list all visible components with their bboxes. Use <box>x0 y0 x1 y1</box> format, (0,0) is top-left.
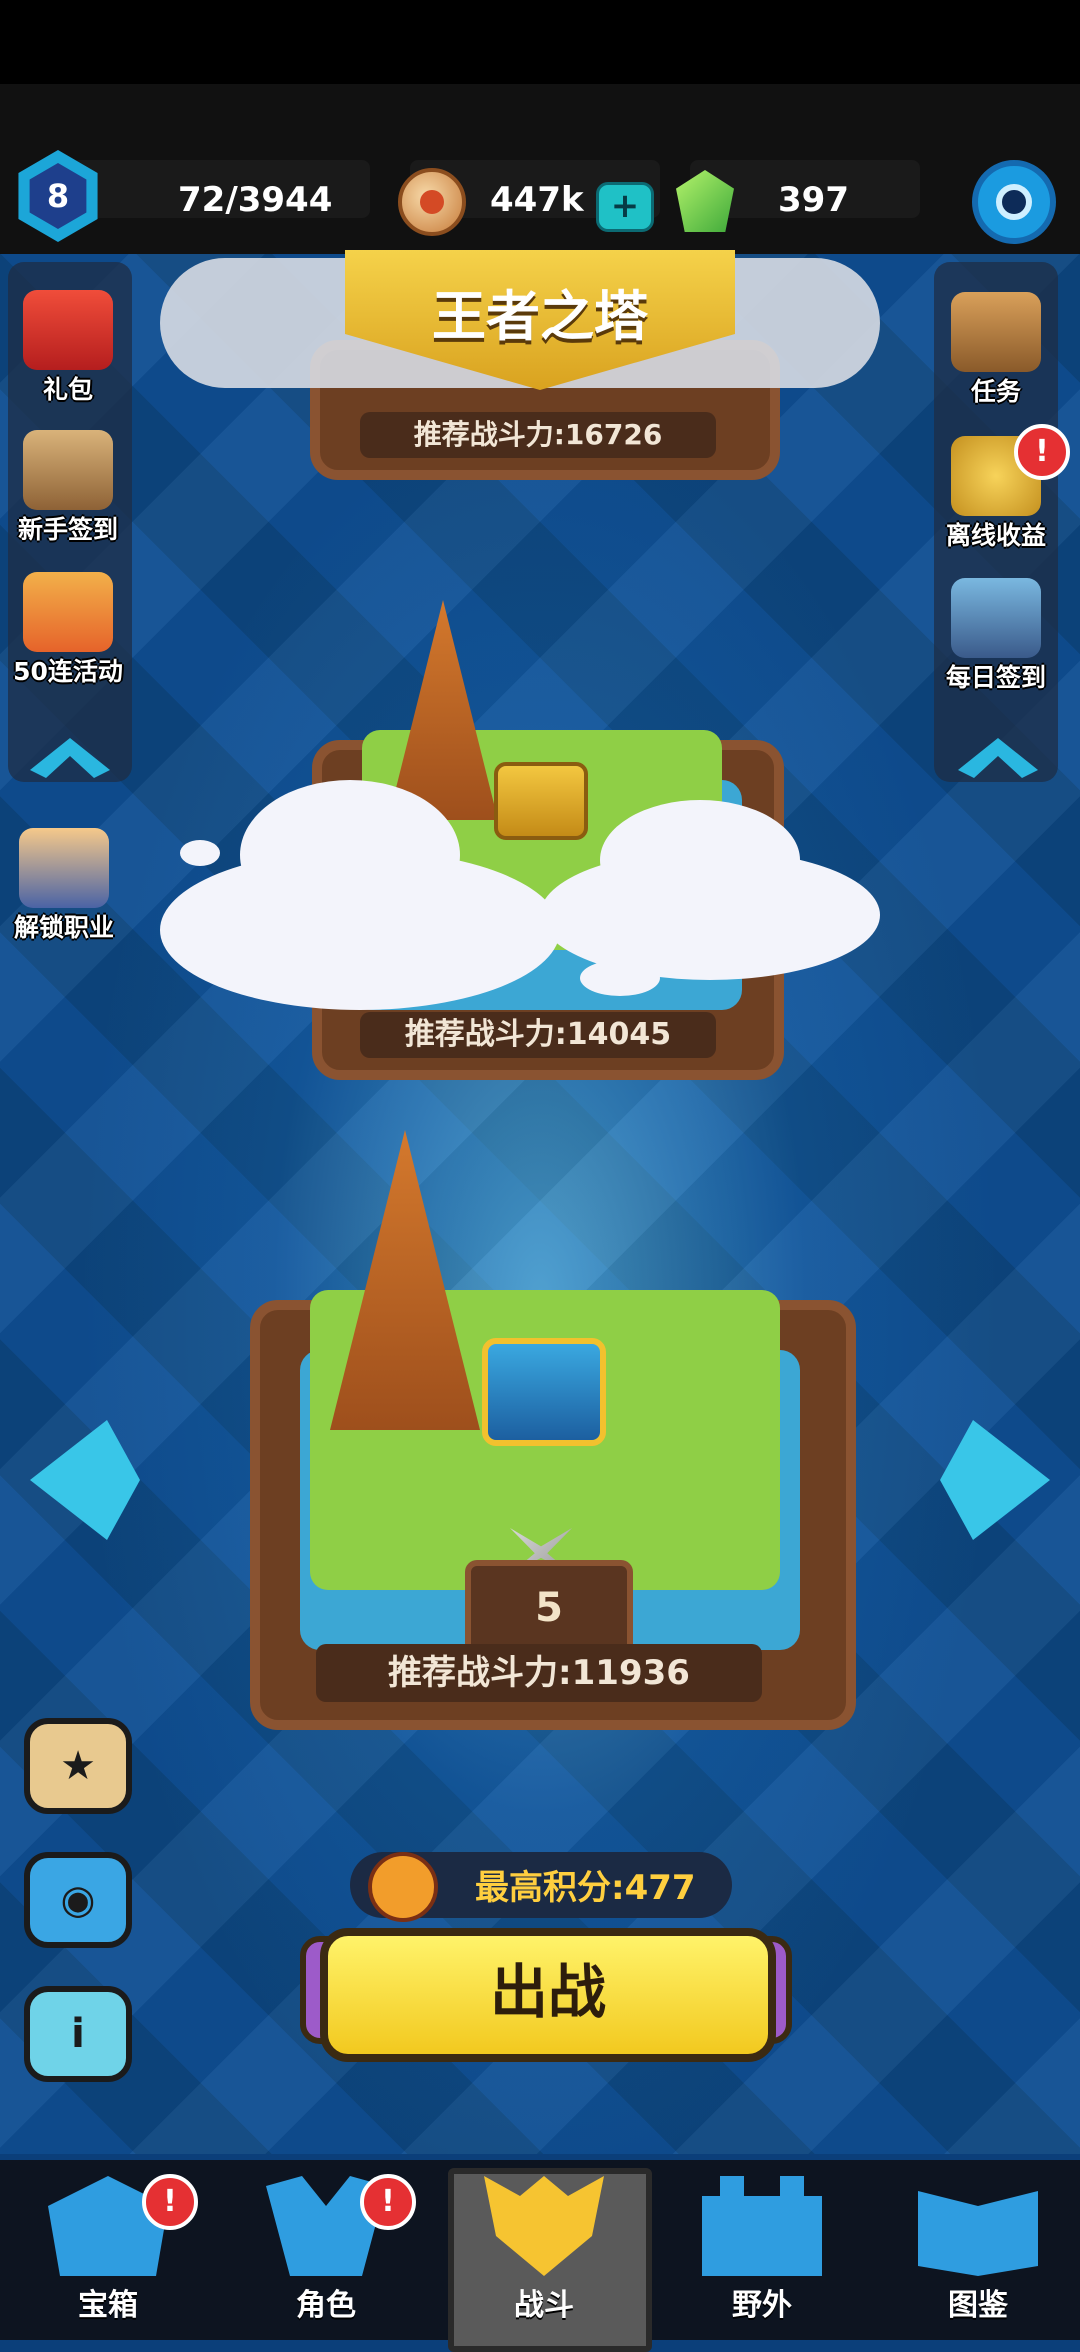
crossed-swords-crown-icon <box>484 2176 604 2276</box>
gold-chest-icon <box>494 762 588 840</box>
eye-icon: ◉ <box>60 1877 96 1923</box>
tab-label: 战斗 <box>514 2288 574 2323</box>
tab-battle[interactable]: 战斗 <box>444 2176 644 2326</box>
checkmark-scroll-icon <box>951 578 1041 658</box>
add-coins-button[interactable]: + <box>596 182 654 232</box>
status-bar <box>0 0 1080 84</box>
open-book-icon <box>918 2191 1038 2276</box>
high-score: 最高积分:477 <box>475 1868 696 1908</box>
side-label: 离线收益 <box>945 521 1046 550</box>
tab-label: 图鉴 <box>948 2288 1008 2323</box>
stage-level: 5 <box>465 1560 633 1656</box>
tab-wilderness[interactable]: 野外 <box>662 2176 862 2326</box>
tab-label: 野外 <box>732 2288 792 2323</box>
cloud-left-top <box>240 780 460 930</box>
medal-icon: ★ <box>60 1743 96 1789</box>
info-button[interactable]: i <box>24 1986 132 2082</box>
tower-title: 王者之塔 <box>432 285 648 348</box>
side-label: 50连活动 <box>13 657 123 686</box>
side-label: 解锁职业 <box>13 913 114 942</box>
side-label: 新手签到 <box>17 515 118 544</box>
tab-label: 宝箱 <box>78 2288 138 2323</box>
castle-icon <box>702 2176 822 2276</box>
event-50-icon <box>23 572 113 652</box>
coin-value: 447k <box>490 180 584 220</box>
fight-button[interactable]: 出战 <box>320 1928 776 2062</box>
cloud-puff-low <box>580 960 660 996</box>
gift-box-icon <box>23 290 113 370</box>
settings-gear-icon[interactable] <box>972 160 1056 244</box>
level-value: 8 <box>29 163 87 229</box>
cloud-right-top <box>600 800 800 920</box>
score-medal-icon <box>368 1852 438 1922</box>
cloud-puff <box>180 840 220 866</box>
unlock-class-button[interactable]: 解锁职业 <box>4 828 124 944</box>
coin-icon <box>398 168 466 236</box>
stage-power-middle: 推荐战斗力:14045 <box>360 1012 716 1058</box>
offline-earnings-alert: ! <box>1014 424 1070 480</box>
side-label: 每日签到 <box>945 663 1046 692</box>
info-icon: i <box>71 2011 85 2057</box>
class-unlock-icon <box>19 828 109 908</box>
daily-signin-button[interactable]: 每日签到 <box>936 578 1056 694</box>
tab-character-alert: ! <box>360 2174 416 2230</box>
stage-power-top: 推荐战斗力:16726 <box>360 412 716 458</box>
stage-power-current: 推荐战斗力:11936 <box>316 1644 762 1702</box>
gem-value: 397 <box>778 180 849 220</box>
tab-treasure-alert: ! <box>142 2174 198 2230</box>
fifty-pull-event-button[interactable]: 50连活动 <box>8 572 128 688</box>
quest-button[interactable]: 任务 <box>936 292 1056 408</box>
newbie-signin-button[interactable]: 新手签到 <box>8 430 128 546</box>
side-label: 任务 <box>970 377 1021 406</box>
eye-button[interactable]: ◉ <box>24 1852 132 1948</box>
gift-pack-button[interactable]: 礼包 <box>8 290 128 406</box>
side-label: 礼包 <box>42 375 93 404</box>
scroll-quill-icon <box>23 430 113 510</box>
tab-codex[interactable]: 图鉴 <box>878 2176 1078 2326</box>
tab-label: 角色 <box>296 2288 356 2323</box>
xp-value: 72/3944 <box>178 180 333 220</box>
treasure-chest-icon <box>482 1338 606 1446</box>
medal-button[interactable]: ★ <box>24 1718 132 1814</box>
quest-map-icon <box>951 292 1041 372</box>
